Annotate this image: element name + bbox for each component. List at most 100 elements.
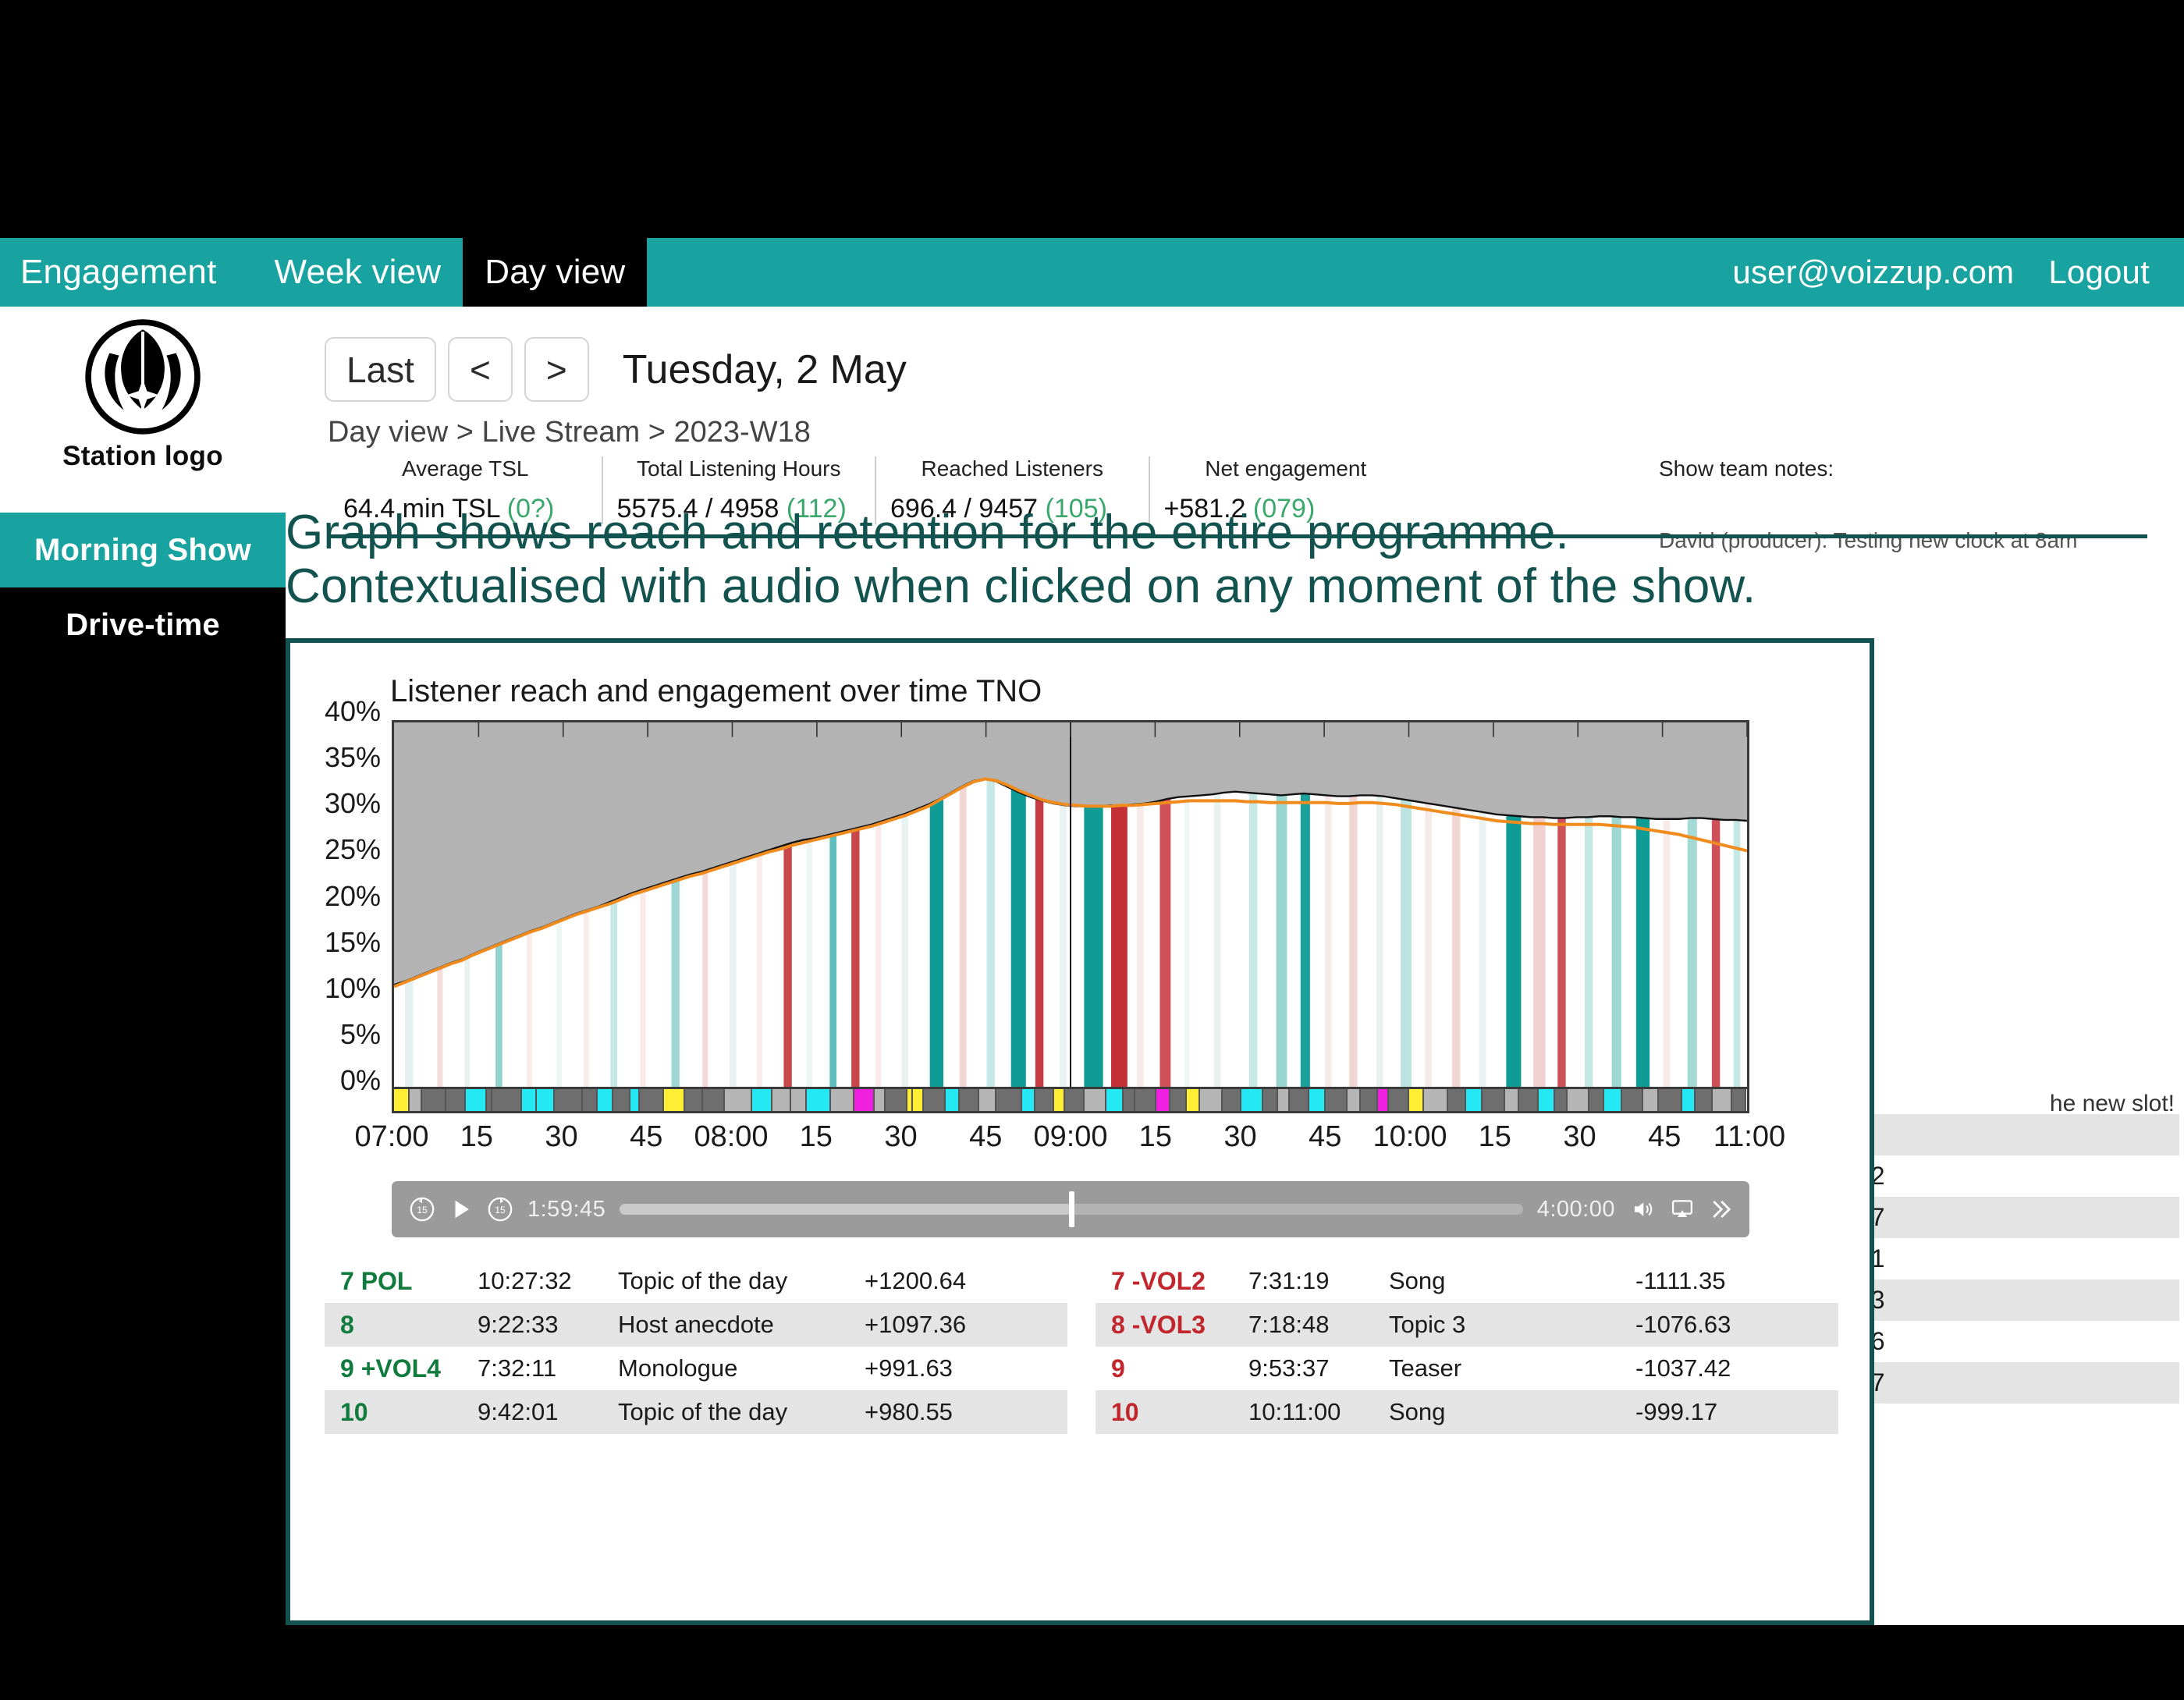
segment-marker[interactable] — [923, 1089, 946, 1111]
rewind-15-icon[interactable]: 15 — [409, 1196, 435, 1223]
segment-marker[interactable] — [1642, 1089, 1659, 1111]
segment-marker[interactable] — [1084, 1089, 1106, 1111]
segment-marker[interactable] — [1241, 1089, 1263, 1111]
segment-marker[interactable] — [1135, 1089, 1156, 1111]
segment-marker[interactable] — [1505, 1089, 1519, 1111]
segment-marker[interactable] — [1695, 1089, 1713, 1111]
segment-marker[interactable] — [446, 1089, 467, 1111]
segment-marker[interactable] — [875, 1089, 886, 1111]
segment-marker[interactable] — [630, 1089, 641, 1111]
segment-marker[interactable] — [1053, 1089, 1065, 1111]
segment-marker[interactable] — [492, 1089, 522, 1111]
segment-marker[interactable] — [996, 1089, 1023, 1111]
audio-player[interactable]: 15 15 1:59:45 4:00:00 — [392, 1181, 1749, 1237]
player-scrubber-handle[interactable] — [1069, 1191, 1074, 1227]
segment-marker[interactable] — [1658, 1089, 1682, 1111]
segment-marker[interactable] — [521, 1089, 537, 1111]
table-row[interactable]: 9 9:53:37 Teaser -1037.42 — [1096, 1347, 1838, 1390]
segment-marker[interactable] — [1466, 1089, 1483, 1111]
segment-marker[interactable] — [1022, 1089, 1036, 1111]
logout-button[interactable]: Logout — [2031, 238, 2167, 307]
segment-marker[interactable] — [1186, 1089, 1200, 1111]
segment-marker[interactable] — [1567, 1089, 1590, 1111]
forward-15-icon[interactable]: 15 — [487, 1196, 513, 1223]
segment-marker[interactable] — [486, 1089, 493, 1111]
segment-marker[interactable] — [1482, 1089, 1506, 1111]
segment-marker[interactable] — [912, 1089, 924, 1111]
segment-marker[interactable] — [1423, 1089, 1449, 1111]
segment-marker[interactable] — [1223, 1089, 1241, 1111]
segment-marker[interactable] — [554, 1089, 583, 1111]
player-progress-bar[interactable] — [620, 1191, 1523, 1227]
chart-segment-strip[interactable] — [392, 1089, 1749, 1113]
user-email[interactable]: user@voizzup.com — [1715, 238, 2031, 307]
segment-marker[interactable] — [536, 1089, 555, 1111]
segment-marker[interactable] — [1448, 1089, 1467, 1111]
last-button[interactable]: Last — [325, 337, 436, 402]
table-row[interactable]: 10 10:11:00 Song -999.17 — [1096, 1390, 1838, 1434]
segment-marker[interactable] — [1518, 1089, 1539, 1111]
segment-marker[interactable] — [1731, 1089, 1747, 1111]
segment-marker[interactable] — [1538, 1089, 1556, 1111]
segment-marker[interactable] — [613, 1089, 630, 1111]
nav-tab-week-view[interactable]: Week view — [253, 238, 463, 307]
nav-tab-day-view[interactable]: Day view — [463, 238, 648, 307]
segment-marker[interactable] — [945, 1089, 961, 1111]
segment-marker[interactable] — [1262, 1089, 1278, 1111]
segment-marker[interactable] — [1555, 1089, 1568, 1111]
segment-marker[interactable] — [640, 1089, 665, 1111]
segment-marker[interactable] — [1290, 1089, 1310, 1111]
chart-svg[interactable] — [394, 722, 1747, 1087]
nav-brand-engagement[interactable]: Engagement — [0, 238, 253, 307]
chart-plot-area[interactable] — [392, 720, 1749, 1089]
previous-day-button[interactable]: < — [447, 337, 513, 402]
table-row[interactable]: 8 -VOL3 7:18:48 Topic 3 -1076.63 — [1096, 1303, 1838, 1347]
segment-marker[interactable] — [1603, 1089, 1623, 1111]
segment-marker[interactable] — [1622, 1089, 1643, 1111]
segment-marker[interactable] — [725, 1089, 752, 1111]
segment-marker[interactable] — [421, 1089, 447, 1111]
segment-marker[interactable] — [1682, 1089, 1696, 1111]
segment-marker[interactable] — [1123, 1089, 1136, 1111]
segment-marker[interactable] — [1377, 1089, 1389, 1111]
segment-marker[interactable] — [466, 1089, 487, 1111]
segment-marker[interactable] — [597, 1089, 613, 1111]
segment-marker[interactable] — [960, 1089, 980, 1111]
table-row[interactable]: 7 POL 10:27:32 Topic of the day +1200.64 — [325, 1259, 1067, 1303]
table-row[interactable]: 9 +VOL4 7:32:11 Monologue +991.63 — [325, 1347, 1067, 1390]
segment-marker[interactable] — [582, 1089, 598, 1111]
segment-marker[interactable] — [1712, 1089, 1732, 1111]
segment-marker[interactable] — [1277, 1089, 1291, 1111]
volume-icon[interactable] — [1629, 1198, 1656, 1221]
segment-marker[interactable] — [394, 1089, 410, 1111]
segment-marker[interactable] — [772, 1089, 791, 1111]
segment-marker[interactable] — [1199, 1089, 1223, 1111]
sidebar-item-morning-show[interactable]: Morning Show — [0, 513, 286, 587]
next-day-button[interactable]: > — [524, 337, 589, 402]
play-icon[interactable] — [449, 1196, 473, 1223]
segment-marker[interactable] — [1106, 1089, 1124, 1111]
segment-marker[interactable] — [886, 1089, 908, 1111]
table-row[interactable]: 7 -VOL2 7:31:19 Song -1111.35 — [1096, 1259, 1838, 1303]
sidebar-item-drive-time[interactable]: Drive-time — [0, 587, 286, 662]
segment-marker[interactable] — [1360, 1089, 1378, 1111]
segment-marker[interactable] — [1156, 1089, 1171, 1111]
segment-marker[interactable] — [1347, 1089, 1361, 1111]
next-icon[interactable] — [1709, 1198, 1732, 1221]
segment-marker[interactable] — [1388, 1089, 1410, 1111]
segment-marker[interactable] — [854, 1089, 875, 1111]
segment-marker[interactable] — [1035, 1089, 1054, 1111]
segment-marker[interactable] — [831, 1089, 854, 1111]
segment-marker[interactable] — [703, 1089, 726, 1111]
segment-marker[interactable] — [410, 1089, 422, 1111]
table-row[interactable]: 10 9:42:01 Topic of the day +980.55 — [325, 1390, 1067, 1434]
segment-marker[interactable] — [1064, 1089, 1085, 1111]
airplay-icon[interactable] — [1670, 1198, 1695, 1221]
segment-marker[interactable] — [1170, 1089, 1187, 1111]
table-row[interactable]: 8 9:22:33 Host anecdote +1097.36 — [325, 1303, 1067, 1347]
segment-marker[interactable] — [1409, 1089, 1424, 1111]
segment-marker[interactable] — [1589, 1089, 1604, 1111]
segment-marker[interactable] — [979, 1089, 997, 1111]
segment-marker[interactable] — [1325, 1089, 1348, 1111]
segment-marker[interactable] — [664, 1089, 685, 1111]
